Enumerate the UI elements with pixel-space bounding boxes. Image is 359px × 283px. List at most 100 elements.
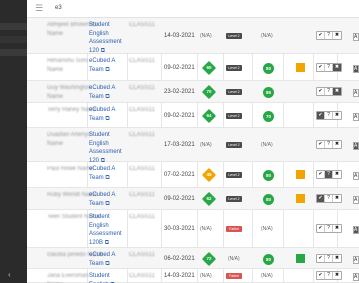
collapse-icon[interactable]: ‹ [8, 270, 11, 279]
score-diamond: 64 [201, 108, 217, 124]
course-label: eCubed A Team [89, 192, 116, 207]
status-square [296, 63, 305, 72]
table-row: Guy Washington Name eCubed A Team ⧉ CLASS1… [27, 81, 359, 103]
action-dropdown[interactable]: A [353, 65, 359, 73]
approve-button[interactable]: ✔ [317, 112, 325, 119]
approve-button[interactable]: ✔ [317, 272, 325, 279]
reject-button[interactable]: ✖ [333, 64, 341, 71]
approve-button[interactable]: ✔ [317, 32, 325, 39]
course-label: Student English Assessment 120 [89, 132, 122, 165]
external-link-icon[interactable]: ⧉ [105, 201, 109, 207]
table-row: Paul Howe Name eCubed A Team ⧉ CLASS11 07-0… [27, 162, 359, 188]
score-diamond: 60 [201, 60, 217, 76]
approve-button[interactable]: ✔ [317, 225, 325, 232]
course-link[interactable]: eCubed A Team ⧉ [89, 165, 129, 182]
level-badge: Level 2 [226, 33, 242, 39]
course-label: eCubed A Team [89, 166, 116, 181]
course-link[interactable]: eCubed A Team ⧉ [89, 84, 129, 101]
reject-button[interactable]: ✖ [333, 195, 341, 202]
approve-button[interactable]: ✔ [317, 88, 325, 95]
table-row: Jana Eversman NameStudent English ⧉CLASS… [27, 269, 359, 283]
score-circle: 80 [263, 170, 274, 181]
sidebar-item[interactable] [0, 49, 27, 56]
action-dropdown[interactable]: A [353, 142, 359, 150]
level-badge: Level 2 [226, 65, 242, 71]
course-link[interactable]: Student English Assessment 120B ⧉ [89, 213, 129, 248]
course-link[interactable]: eCubed A Team ⧉ [89, 191, 129, 208]
sidebar-item[interactable] [0, 23, 27, 30]
date: 06-02-2021 [164, 256, 195, 262]
action-dropdown[interactable]: A [353, 89, 359, 97]
review-controls: ✔? ✖ [316, 194, 342, 203]
class-name: CLASS11 [129, 192, 155, 198]
course-label: eCubed A Team [89, 252, 116, 267]
query-button[interactable]: ? [325, 112, 333, 119]
external-link-icon[interactable]: ⧉ [105, 261, 109, 267]
external-link-icon[interactable]: ⧉ [105, 67, 109, 73]
action-dropdown[interactable]: A [353, 113, 359, 121]
external-link-icon[interactable]: ⧉ [105, 116, 109, 122]
score-diamond: 72 [201, 251, 217, 267]
na-value: (N/A) [261, 273, 273, 279]
na-value: (N/A) [261, 226, 273, 232]
level-badge: Failed [226, 273, 242, 279]
level-badge: Level 2 [226, 89, 242, 95]
approve-button[interactable]: ✔ [317, 171, 325, 178]
reject-button[interactable]: ✖ [333, 255, 341, 262]
table-row: Duadlan Ahenyo Name Student English Asses… [27, 128, 359, 164]
date: 14-03-2021 [164, 33, 195, 39]
reject-button[interactable]: ✖ [333, 171, 341, 178]
query-button[interactable]: ? [325, 32, 333, 39]
query-button[interactable]: ? [325, 171, 333, 178]
course-link[interactable]: Student English ⧉ [89, 272, 129, 283]
course-link[interactable]: eCubed A Team ⧉ [89, 106, 129, 123]
status-square [296, 170, 305, 179]
action-dropdown[interactable]: A [353, 226, 359, 234]
action-dropdown[interactable]: A [353, 33, 359, 41]
action-dropdown[interactable]: A [353, 273, 359, 281]
external-link-icon[interactable]: ⧉ [105, 175, 109, 181]
table-row: Terry Haney Name eCubed A Team ⧉ CLASS11 09… [27, 103, 359, 128]
reject-button[interactable]: ✖ [333, 32, 341, 39]
reject-button[interactable]: ✖ [333, 272, 341, 279]
approve-button[interactable]: ✔ [317, 195, 325, 202]
reject-button[interactable]: ✖ [333, 225, 341, 232]
course-link[interactable]: Student English Assessment 120 ⧉ [89, 131, 129, 166]
table-row: Teen Student Name Student English Assessm… [27, 210, 359, 248]
external-link-icon[interactable]: ⧉ [105, 94, 109, 100]
score-circle: 80 [263, 254, 274, 265]
table-row: Ruby Wendt Name eCubed A Team ⧉ CLASS11 09-… [27, 188, 359, 210]
query-button[interactable]: ? [325, 88, 333, 95]
date: 17-03-2021 [164, 142, 195, 148]
level-badge: Level 2 [226, 196, 242, 202]
query-button[interactable]: ? [325, 225, 333, 232]
action-dropdown[interactable]: A [353, 256, 359, 264]
query-button[interactable]: ? [325, 195, 333, 202]
reject-button[interactable]: ✖ [333, 112, 341, 119]
menu-icon[interactable]: ☰ [35, 3, 43, 14]
action-dropdown[interactable]: A [353, 172, 359, 180]
sidebar-item[interactable] [0, 36, 27, 43]
action-dropdown[interactable]: A [353, 196, 359, 204]
class-name: CLASS11 [129, 166, 155, 172]
query-button[interactable]: ? [325, 141, 333, 148]
reject-button[interactable]: ✖ [333, 141, 341, 148]
course-link[interactable]: eCubed A Team ⧉ [89, 251, 129, 268]
course-link[interactable]: eCubed A Team ⧉ [89, 57, 129, 74]
reject-button[interactable]: ✖ [333, 88, 341, 95]
course-link[interactable]: Student English Assessment 120 ⧉ [89, 21, 129, 56]
approve-button[interactable]: ✔ [317, 64, 325, 71]
query-button[interactable]: ? [325, 64, 333, 71]
review-controls: ✔? ✖ [316, 254, 342, 263]
level-badge: Level 2 [226, 172, 242, 178]
date: 09-02-2021 [164, 113, 195, 119]
na-value: (N/A) [200, 33, 212, 39]
approve-button[interactable]: ✔ [317, 255, 325, 262]
external-link-icon[interactable]: ⧉ [105, 240, 109, 246]
approve-button[interactable]: ✔ [317, 141, 325, 148]
review-controls: ✔? ✖ [316, 31, 342, 40]
query-button[interactable]: ? [325, 272, 333, 279]
date: 09-02-2021 [164, 65, 195, 71]
table-row: Abhijeet Bhowmick Name Student English As… [27, 18, 359, 54]
query-button[interactable]: ? [325, 255, 333, 262]
